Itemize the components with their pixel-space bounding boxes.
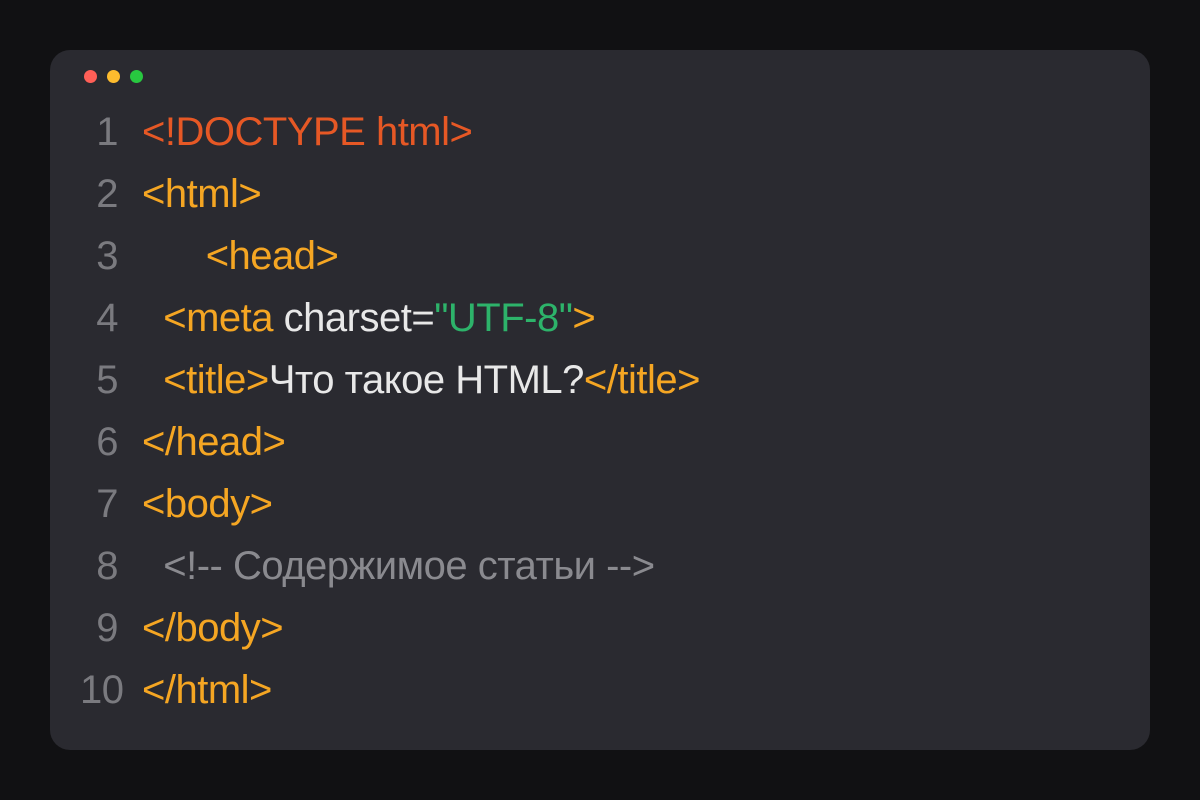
code-line: 5 <title>Что такое HTML?</title>: [80, 349, 1120, 411]
code-line: 6</head>: [80, 411, 1120, 473]
line-content: <title>Что такое HTML?</title>: [142, 349, 700, 411]
line-content: </body>: [142, 597, 283, 659]
code-token: <!DOCTYPE html>: [142, 110, 472, 154]
code-token: <meta: [163, 296, 273, 340]
code-line: 8 <!-- Содержимое статьи -->: [80, 535, 1120, 597]
code-window: 1<!DOCTYPE html>2<html>3 <head>4 <meta c…: [50, 50, 1150, 750]
code-token: Что такое HTML?: [269, 358, 584, 402]
close-icon[interactable]: [84, 70, 97, 83]
code-token: <html>: [142, 172, 261, 216]
code-token: </html>: [142, 668, 272, 712]
line-number: 3: [80, 225, 142, 287]
code-line: 7<body>: [80, 473, 1120, 535]
window-controls: [84, 70, 1120, 83]
line-content: <!-- Содержимое статьи -->: [142, 535, 655, 597]
code-token: <body>: [142, 482, 272, 526]
line-number: 5: [80, 349, 142, 411]
code-token: <head>: [206, 234, 339, 278]
line-content: </html>: [142, 659, 272, 721]
code-token: "UTF-8": [434, 296, 572, 340]
line-content: <html>: [142, 163, 261, 225]
code-line: 3 <head>: [80, 225, 1120, 287]
line-number: 10: [80, 659, 142, 721]
code-token: </title>: [584, 358, 700, 402]
code-token: [142, 358, 163, 402]
code-line: 1<!DOCTYPE html>: [80, 101, 1120, 163]
line-content: <meta charset="UTF-8">: [142, 287, 595, 349]
code-line: 2<html>: [80, 163, 1120, 225]
line-content: <!DOCTYPE html>: [142, 101, 472, 163]
line-number: 6: [80, 411, 142, 473]
line-number: 2: [80, 163, 142, 225]
minimize-icon[interactable]: [107, 70, 120, 83]
line-number: 8: [80, 535, 142, 597]
code-token: >: [572, 296, 595, 340]
code-token: [142, 544, 163, 588]
code-line: 4 <meta charset="UTF-8">: [80, 287, 1120, 349]
line-number: 1: [80, 101, 142, 163]
code-token: </body>: [142, 606, 283, 650]
line-content: <head>: [142, 225, 338, 287]
code-line: 10</html>: [80, 659, 1120, 721]
code-token: </head>: [142, 420, 285, 464]
line-number: 4: [80, 287, 142, 349]
line-content: <body>: [142, 473, 272, 535]
code-token: <!-- Содержимое статьи -->: [163, 544, 654, 588]
maximize-icon[interactable]: [130, 70, 143, 83]
code-line: 9</body>: [80, 597, 1120, 659]
line-content: </head>: [142, 411, 285, 473]
code-token: [142, 296, 163, 340]
line-number: 9: [80, 597, 142, 659]
code-token: <title>: [163, 358, 268, 402]
line-number: 7: [80, 473, 142, 535]
code-editor: 1<!DOCTYPE html>2<html>3 <head>4 <meta c…: [80, 101, 1120, 721]
code-token: charset=: [273, 296, 434, 340]
code-token: [142, 234, 206, 278]
